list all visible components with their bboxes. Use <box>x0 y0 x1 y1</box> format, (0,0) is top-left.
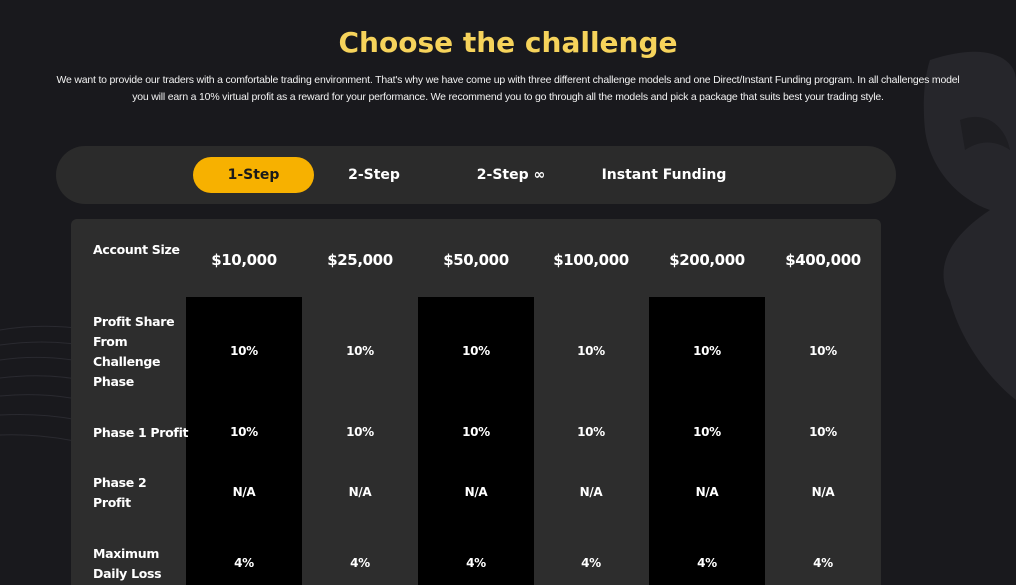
table-cell: 10% <box>693 344 721 358</box>
table-cell: 4% <box>581 556 601 570</box>
table-cell: 10% <box>577 425 605 439</box>
account-size-option[interactable]: $200,000 <box>649 251 765 269</box>
intro-text: We want to provide our traders with a co… <box>56 74 960 103</box>
table-cell: 4% <box>813 556 833 570</box>
table-cell: 10% <box>809 344 837 358</box>
column-highlight <box>649 297 765 585</box>
account-size-option[interactable]: $25,000 <box>302 251 418 269</box>
row-label-phase-1-profit: Phase 1 Profit <box>93 425 189 440</box>
column-highlight <box>418 297 534 585</box>
account-size-option[interactable]: $50,000 <box>418 251 534 269</box>
table-cell: 10% <box>462 425 490 439</box>
table-cell: N/A <box>579 485 603 499</box>
page: Choose the challenge We want to provide … <box>0 0 1016 585</box>
tab-1-step[interactable]: 1-Step <box>193 157 314 193</box>
tab-instant-funding[interactable]: Instant Funding <box>592 157 736 193</box>
table-cell: 10% <box>230 344 258 358</box>
table-cell: 10% <box>230 425 258 439</box>
row-label-phase-2-profit: Phase 2 Profit <box>93 475 147 510</box>
account-size-option[interactable]: $10,000 <box>186 251 302 269</box>
table-cell: N/A <box>695 485 719 499</box>
table-cell: 10% <box>577 344 605 358</box>
table-cell: N/A <box>232 485 256 499</box>
account-size-option[interactable]: $400,000 <box>765 251 881 269</box>
table-cell: 10% <box>462 344 490 358</box>
account-size-option[interactable]: $100,000 <box>533 251 649 269</box>
tab-2-step[interactable]: 2-Step <box>318 157 430 193</box>
table-cell: 4% <box>697 556 717 570</box>
table-cell: 4% <box>466 556 486 570</box>
row-label-profit-share: Profit Share From Challenge Phase <box>93 314 175 389</box>
table-cell: N/A <box>811 485 835 499</box>
tab-2-step-infinite[interactable]: 2-Step ∞ <box>436 157 586 193</box>
account-size-label: Account Size <box>93 242 180 257</box>
table-cell: 10% <box>346 344 374 358</box>
table-cell: 4% <box>350 556 370 570</box>
challenge-table: Account Size $10,000 $25,000 $50,000 $10… <box>71 219 881 585</box>
page-title: Choose the challenge <box>338 26 678 59</box>
table-cell: 10% <box>693 425 721 439</box>
table-cell: 10% <box>346 425 374 439</box>
table-cell: N/A <box>464 485 488 499</box>
table-cell: N/A <box>348 485 372 499</box>
table-cell: 10% <box>809 425 837 439</box>
challenge-tabs: 1-Step 2-Step 2-Step ∞ Instant Funding <box>56 146 896 204</box>
row-label-maximum-daily-loss: Maximum Daily Loss <box>93 546 162 581</box>
table-cell: 4% <box>234 556 254 570</box>
column-highlight <box>186 297 302 585</box>
